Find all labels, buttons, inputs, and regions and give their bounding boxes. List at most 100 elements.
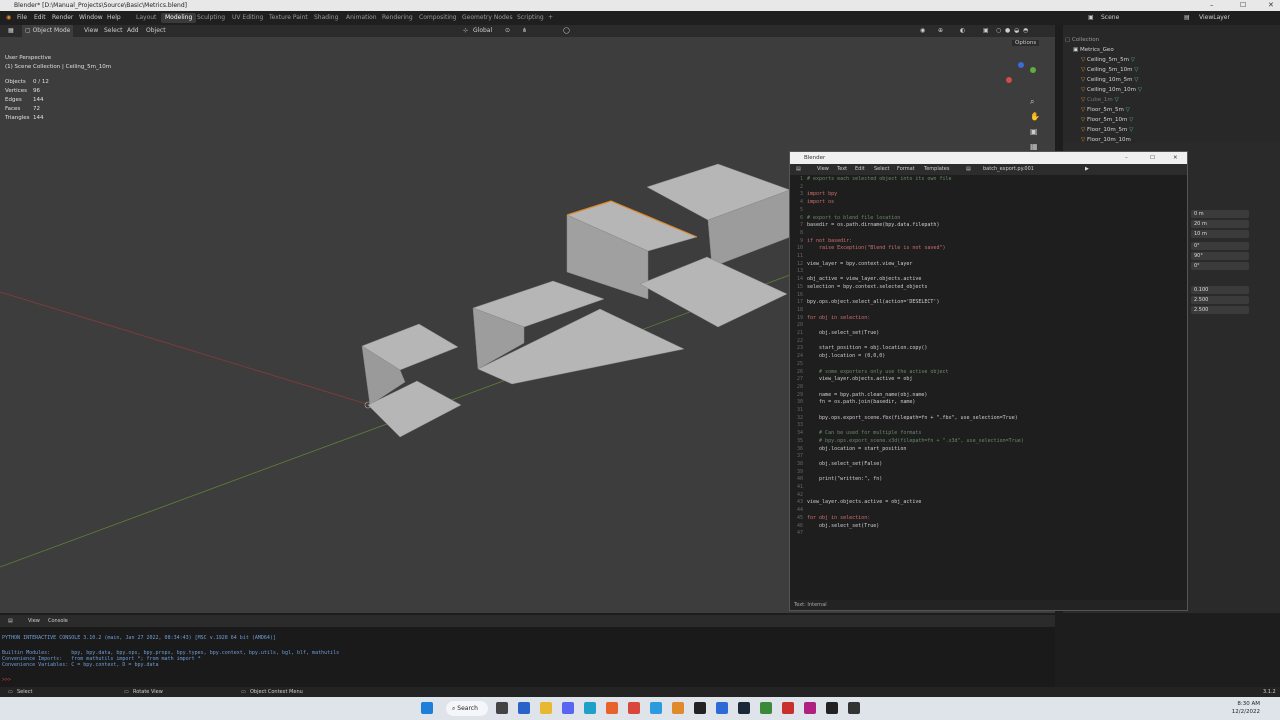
shading-wire-icon[interactable]: ○ <box>996 25 1001 37</box>
editor-close-button[interactable]: ✕ <box>1173 152 1178 164</box>
tab-shading[interactable]: Shading <box>314 11 338 25</box>
editor-type-icon[interactable]: ▦ <box>8 25 14 37</box>
outliner-item[interactable]: ▽ Floor_10m_10m <box>1081 135 1131 143</box>
pan-hand-icon[interactable]: ✋ <box>1030 112 1040 121</box>
run-script-icon[interactable]: ▶ <box>1085 164 1089 175</box>
mode-selector[interactable]: ▢ Object Mode <box>22 25 74 37</box>
location-x-field[interactable]: 0 m <box>1191 210 1249 218</box>
outliner-item[interactable]: ▽ Floor_10m_5m ▽ <box>1081 125 1133 135</box>
code-line[interactable]: # bpy.ops.export_scene.x3d(filepath=fn +… <box>807 438 1024 446</box>
python-console[interactable]: ▤ View Console PYTHON INTERACTIVE CONSOL… <box>0 615 1055 687</box>
scale-x-field[interactable]: 0.100 <box>1191 286 1249 294</box>
code-line[interactable]: obj.location = (0,0,0) <box>807 353 885 361</box>
tab-scripting[interactable]: Scripting <box>517 11 544 25</box>
telegram-icon[interactable] <box>650 702 662 714</box>
outliner-item[interactable]: ▽ Ceiling_10m_5m ▽ <box>1081 75 1138 85</box>
add-workspace-button[interactable]: + <box>548 11 553 25</box>
code-line[interactable]: start_position = obj.location.copy() <box>807 345 927 353</box>
tab-compositing[interactable]: Compositing <box>419 11 457 25</box>
shading-material-icon[interactable]: ◒ <box>1014 25 1019 37</box>
outliner-group[interactable]: ▣ Metrics_Geo <box>1073 45 1114 55</box>
chrome-icon[interactable] <box>628 702 640 714</box>
code-line[interactable]: # some exporters only use the active obj… <box>807 369 948 377</box>
menu-render[interactable]: Render <box>52 11 73 25</box>
code-line[interactable]: import bpy <box>807 191 837 199</box>
tab-layout[interactable]: Layout <box>136 11 156 25</box>
proportional-edit-icon[interactable]: ◯ <box>563 25 570 37</box>
code-line[interactable]: basedir = os.path.dirname(bpy.data.filep… <box>807 222 939 230</box>
blender-taskbar-icon[interactable] <box>672 702 684 714</box>
menu-edit[interactable]: Edit <box>34 11 46 25</box>
code-line[interactable]: for obj in selection: <box>807 515 870 523</box>
overlay-icon[interactable]: ◐ <box>960 25 965 37</box>
menu-view[interactable]: View <box>84 25 98 37</box>
menu-object[interactable]: Object <box>146 25 166 37</box>
rotation-y-field[interactable]: 90° <box>1191 252 1249 260</box>
code-line[interactable]: obj.select_set(False) <box>807 461 882 469</box>
ortho-grid-icon[interactable]: ▦ <box>1030 142 1038 151</box>
menu-console[interactable]: Console <box>48 615 68 627</box>
tab-modeling[interactable]: Modeling <box>161 13 197 23</box>
code-line[interactable]: bpy.ops.object.select_all(action='DESELE… <box>807 299 939 307</box>
task-view-icon[interactable] <box>496 702 508 714</box>
windows-start-icon[interactable] <box>421 702 433 714</box>
scene-selector[interactable]: Scene <box>1101 11 1119 25</box>
taskbar-search[interactable]: ⌕ Search <box>446 701 488 716</box>
menu-select[interactable]: Select <box>104 25 123 37</box>
blender-logo-icon[interactable]: ◉ <box>6 11 11 25</box>
xray-icon[interactable]: ▣ <box>983 25 989 37</box>
scale-z-field[interactable]: 2.500 <box>1191 306 1249 314</box>
outliner-panel[interactable]: ▢ Collection ▣ Metrics_Geo ▽ Ceiling_5m_… <box>1063 25 1280 143</box>
code-line[interactable]: name = bpy.path.clean_name(obj.name) <box>807 392 927 400</box>
tab-texture-paint[interactable]: Texture Paint <box>269 11 308 25</box>
file-explorer-icon[interactable] <box>540 702 552 714</box>
code-line[interactable]: if not basedir: <box>807 238 852 246</box>
widgets-icon[interactable] <box>518 702 530 714</box>
text-editor-titlebar[interactable]: Blender – ☐ ✕ <box>790 152 1187 164</box>
outliner-item[interactable]: ▽ Floor_5m_5m ▽ <box>1081 105 1130 115</box>
code-line[interactable]: bpy.ops.export_scene.fbx(filepath=fn + "… <box>807 415 1018 423</box>
shading-solid-icon[interactable]: ● <box>1005 25 1010 37</box>
edge-icon[interactable] <box>584 702 596 714</box>
text-datablock-icon[interactable]: ▤ <box>966 164 971 175</box>
app-icon[interactable] <box>782 702 794 714</box>
code-line[interactable]: view_layer.objects.active = obj_active <box>807 499 921 507</box>
code-line[interactable]: obj_active = view_layer.objects.active <box>807 276 921 284</box>
outliner-root[interactable]: ▢ Collection <box>1065 35 1099 45</box>
menu-templates[interactable]: Templates <box>924 164 949 175</box>
close-button[interactable]: ✕ <box>1268 0 1274 11</box>
epic-games-icon[interactable] <box>694 702 706 714</box>
menu-file[interactable]: File <box>17 11 27 25</box>
app-icon[interactable] <box>848 702 860 714</box>
shading-rendered-icon[interactable]: ◓ <box>1023 25 1028 37</box>
scale-y-field[interactable]: 2.500 <box>1191 296 1249 304</box>
unity-icon[interactable] <box>826 702 838 714</box>
code-line[interactable]: import os <box>807 199 834 207</box>
outliner-item[interactable]: ▽ Cube_1m ▽ <box>1081 95 1119 105</box>
code-line[interactable]: for obj in selection: <box>807 315 870 323</box>
tab-rendering[interactable]: Rendering <box>382 11 413 25</box>
discord-icon[interactable] <box>562 702 574 714</box>
orientation-selector[interactable]: Global <box>473 25 492 37</box>
app-icon[interactable] <box>804 702 816 714</box>
console-prompt[interactable]: >>> <box>2 677 14 683</box>
tab-geometry-nodes[interactable]: Geometry Nodes <box>462 11 513 25</box>
editor-maximize-button[interactable]: ☐ <box>1150 152 1155 164</box>
editor-minimize-button[interactable]: – <box>1125 152 1128 164</box>
pivot-icon[interactable]: ⊙ <box>505 25 510 37</box>
code-line[interactable]: selection = bpy.context.selected_objects <box>807 284 927 292</box>
text-filename[interactable]: batch_export.py.001 <box>983 164 1034 175</box>
code-line[interactable]: # Can be used for multiple formats <box>807 430 921 438</box>
code-line[interactable]: print("written:", fn) <box>807 476 882 484</box>
camera-icon[interactable]: ▣ <box>1030 127 1038 136</box>
code-line[interactable]: raise Exception("Blend file is not saved… <box>807 245 945 253</box>
outliner-item[interactable]: ▽ Ceiling_5m_5m ▽ <box>1081 55 1135 65</box>
visibility-icon[interactable]: ◉ <box>920 25 925 37</box>
options-button[interactable]: Options <box>1012 40 1040 46</box>
menu-edit[interactable]: Edit <box>855 164 865 175</box>
code-line[interactable]: # exports each selected object into its … <box>807 176 952 184</box>
text-editor-window[interactable]: Blender – ☐ ✕ ▤ View Text Edit Select Fo… <box>789 151 1188 611</box>
menu-add[interactable]: Add <box>127 25 139 37</box>
viewlayer-selector[interactable]: ViewLayer <box>1199 11 1230 25</box>
console-editor-icon[interactable]: ▤ <box>8 615 13 627</box>
